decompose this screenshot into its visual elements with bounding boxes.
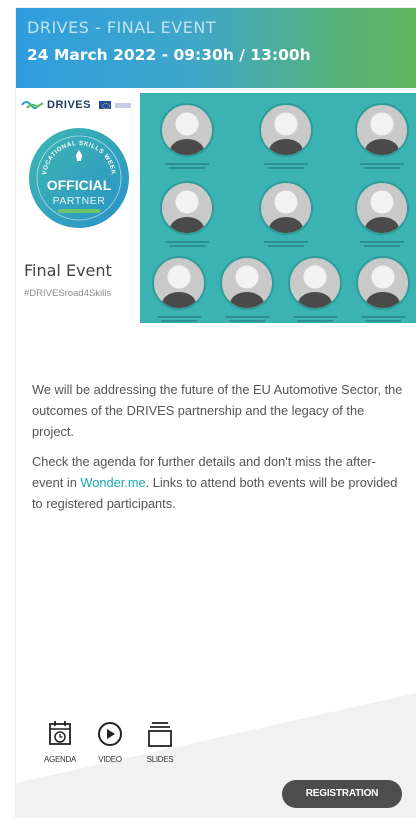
slides-stack-icon — [148, 722, 172, 747]
eu-funding-note — [114, 102, 131, 108]
event-date: 24 March 2022 - 09:30h / 13:00h — [27, 46, 311, 64]
final-event-title: Final Event — [24, 261, 112, 280]
speaker-photo — [160, 103, 214, 157]
slides-label: SLIDES — [146, 755, 174, 764]
speaker-photo — [355, 103, 409, 157]
agenda-label: AGENDA — [44, 755, 76, 764]
speaker-photo — [160, 181, 214, 235]
speaker-card — [349, 103, 415, 169]
drives-logo-text: DRIVES — [47, 99, 91, 111]
drives-logo-icon — [21, 101, 44, 109]
speaker-photo — [259, 103, 313, 157]
speaker-card — [253, 181, 319, 247]
video-label: VIDEO — [98, 755, 122, 764]
agenda-button[interactable]: AGENDA — [40, 720, 80, 764]
event-label: DRIVES - FINAL EVENT — [27, 18, 217, 37]
slides-button[interactable]: SLIDES — [140, 720, 180, 764]
event-hashtag: #DRIVESroad4Skills — [24, 288, 112, 299]
registration-button[interactable]: REGISTRATION — [282, 780, 402, 808]
speakers-panel — [140, 93, 416, 323]
description-paragraph: Check the agenda for further details and… — [32, 454, 398, 511]
video-button[interactable]: VIDEO — [90, 720, 130, 764]
event-description: We will be addressing the future of the … — [32, 379, 404, 523]
description-paragraph: We will be addressing the future of the … — [32, 382, 403, 439]
speaker-photo — [356, 256, 410, 310]
drives-logo: DRIVES — [21, 99, 131, 111]
speaker-photo — [355, 181, 409, 235]
speaker-card — [146, 256, 212, 322]
speaker-card — [154, 103, 220, 169]
wonder-me-link[interactable]: Wonder.me — [80, 475, 145, 490]
badge-main-text: OFFICIAL — [47, 177, 112, 193]
speaker-photo — [220, 256, 274, 310]
speaker-card — [214, 256, 280, 322]
speaker-card — [253, 103, 319, 169]
speaker-photo — [288, 256, 342, 310]
calendar-clock-icon — [49, 721, 71, 745]
badge-sub-text: PARTNER — [53, 195, 106, 207]
speaker-card — [154, 181, 220, 247]
eu-flag-icon — [98, 101, 111, 109]
speaker-photo — [152, 256, 206, 310]
banner-info-panel: DRIVES VOCATIONAL SKILLS WEEK OFFICIAL P… — [16, 93, 140, 323]
speaker-card — [349, 181, 415, 247]
play-circle-icon — [98, 722, 122, 746]
event-card: DRIVES - FINAL EVENT 24 March 2022 - 09:… — [16, 8, 416, 818]
event-header: DRIVES - FINAL EVENT 24 March 2022 - 09:… — [16, 8, 416, 88]
speaker-photo — [259, 181, 313, 235]
speaker-card — [282, 256, 348, 322]
speaker-card — [350, 256, 416, 322]
event-resources: AGENDA VIDEO SLIDES — [40, 720, 180, 764]
official-partner-badge: VOCATIONAL SKILLS WEEK OFFICIAL PARTNER — [29, 128, 129, 228]
event-banner: DRIVES VOCATIONAL SKILLS WEEK OFFICIAL P… — [16, 93, 416, 323]
